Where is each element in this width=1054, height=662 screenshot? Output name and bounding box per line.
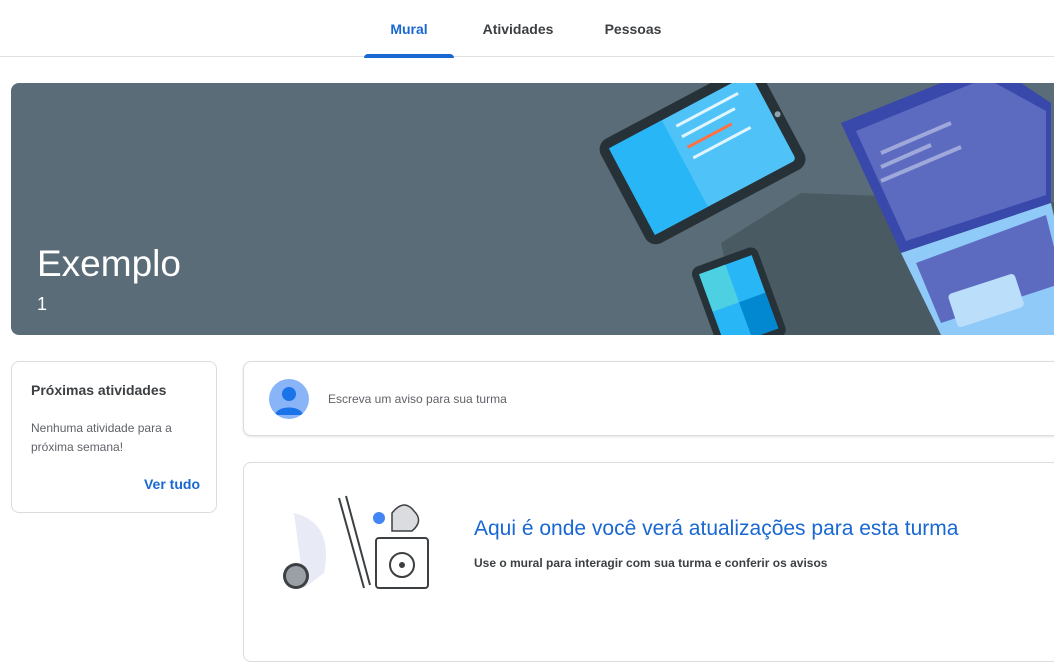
tab-pessoas-label: Pessoas (604, 20, 662, 37)
announcement-placeholder: Escreva um aviso para sua turma (328, 392, 507, 406)
tab-atividades[interactable]: Atividades (470, 0, 566, 57)
upcoming-empty-text: Nenhuma atividade para a próxima semana! (31, 421, 172, 454)
devices-illustration (599, 83, 1054, 335)
tab-mural-label: Mural (390, 20, 428, 37)
stream-empty-subtitle: Use o mural para interagir com sua turma… (474, 556, 828, 570)
announcement-box[interactable]: Escreva um aviso para sua turma (243, 361, 1054, 436)
class-banner: Exemplo 1 (11, 83, 1054, 335)
tab-pessoas[interactable]: Pessoas (588, 0, 678, 57)
stream-empty-title: Aqui é onde você verá atualizações para … (474, 517, 959, 540)
user-icon (275, 387, 303, 415)
class-section: 1 (37, 294, 48, 314)
upcoming-title: Próximas atividades (31, 382, 167, 398)
upcoming-card: Próximas atividades Nenhuma atividade pa… (11, 361, 217, 513)
view-all-link[interactable]: Ver tudo (144, 476, 200, 492)
active-tab-indicator (364, 54, 454, 58)
empty-stream-illustration (283, 495, 429, 589)
tab-atividades-label: Atividades (482, 20, 554, 37)
tab-mural[interactable]: Mural (364, 0, 454, 58)
class-title: Exemplo (37, 243, 181, 284)
avatar (269, 379, 309, 419)
top-navigation: Mural Atividades Pessoas (0, 0, 1054, 58)
stream-empty-card: Aqui é onde você verá atualizações para … (243, 462, 1054, 662)
